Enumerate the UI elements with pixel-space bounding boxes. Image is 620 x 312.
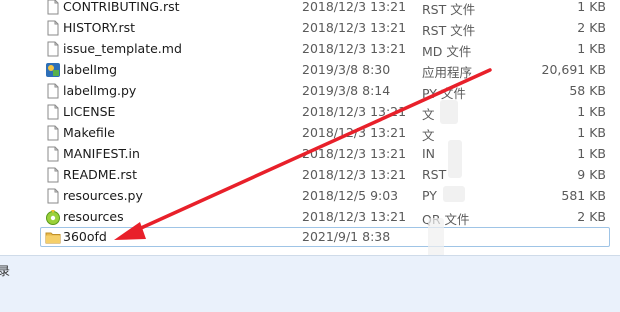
file-name: 360ofd [63, 229, 107, 244]
file-name: resources.py [63, 188, 143, 203]
file-size: 2 KB [577, 20, 606, 35]
file-name: labelImg.py [63, 83, 137, 98]
file-date: 2018/12/3 13:21 [302, 125, 407, 140]
file-date: 2018/12/3 13:21 [302, 0, 407, 14]
file-name: README.rst [63, 167, 137, 182]
document-icon [47, 125, 59, 141]
qr-resource-icon [46, 210, 60, 225]
file-row-resources-qrc[interactable]: resources 2018/12/3 13:21 QR 文件 2 KB [40, 207, 610, 227]
file-size: 1 KB [577, 125, 606, 140]
file-type: 应用程序 [422, 65, 473, 80]
file-row-labelimg-py[interactable]: labelImg.py 2019/3/8 8:14 PY 文件 58 KB [40, 81, 610, 101]
file-row-makefile[interactable]: Makefile 2018/12/3 13:21 文 1 KB [40, 123, 610, 143]
file-name: Makefile [63, 125, 115, 140]
file-date: 2018/12/5 9:03 [302, 188, 399, 203]
file-date: 2018/12/3 13:21 [302, 20, 407, 35]
file-type: RST [422, 167, 447, 182]
file-type: RST 文件 [422, 23, 476, 38]
file-date: 2018/12/3 13:21 [302, 104, 407, 119]
file-row-resources-py[interactable]: resources.py 2018/12/5 9:03 PY 581 KB [40, 186, 610, 206]
file-size: 1 KB [577, 0, 606, 14]
blur-smudge [443, 186, 465, 202]
file-size: 1 KB [577, 41, 606, 56]
status-text: 录 [0, 264, 11, 278]
document-icon [47, 41, 59, 57]
document-icon [47, 167, 59, 183]
file-size: 1 KB [577, 146, 606, 161]
file-date: 2019/3/8 8:30 [302, 62, 391, 77]
document-icon [47, 104, 59, 120]
file-size: 20,691 KB [541, 62, 606, 77]
file-name: CONTRIBUTING.rst [63, 0, 180, 14]
file-type: 文 [422, 107, 435, 122]
folder-icon [45, 232, 61, 244]
file-type: MD 文件 [422, 44, 472, 59]
file-date: 2018/12/3 13:21 [302, 167, 407, 182]
file-row-readme[interactable]: README.rst 2018/12/3 13:21 RST 9 KB [40, 165, 610, 185]
file-date: 2018/12/3 13:21 [302, 209, 407, 224]
blur-smudge [428, 218, 444, 258]
file-size: 9 KB [577, 167, 606, 182]
file-name: MANIFEST.in [63, 146, 140, 161]
file-list: CONTRIBUTING.rst 2018/12/3 13:21 RST 文件 … [0, 0, 620, 258]
file-size: 1 KB [577, 104, 606, 119]
status-bar: 录 [0, 255, 620, 312]
file-name: resources [63, 209, 124, 224]
file-date: 2018/12/3 13:21 [302, 146, 407, 161]
file-name: issue_template.md [63, 41, 182, 56]
file-size: 2 KB [577, 209, 606, 224]
file-type: PY [422, 188, 437, 203]
application-icon [46, 63, 60, 77]
file-date: 2019/3/8 8:14 [302, 83, 391, 98]
blur-smudge [448, 140, 462, 178]
file-row-360ofd[interactable]: 360ofd 2021/9/1 8:38 [40, 227, 610, 247]
document-icon [47, 20, 59, 36]
file-row-history[interactable]: HISTORY.rst 2018/12/3 13:21 RST 文件 2 KB [40, 18, 610, 38]
document-icon [47, 146, 59, 162]
blur-smudge [440, 100, 458, 124]
file-row-issue-template[interactable]: issue_template.md 2018/12/3 13:21 MD 文件 … [40, 39, 610, 59]
file-name: HISTORY.rst [63, 20, 136, 35]
file-date: 2018/12/3 13:21 [302, 41, 407, 56]
file-row-contributing[interactable]: CONTRIBUTING.rst 2018/12/3 13:21 RST 文件 … [40, 0, 610, 17]
file-row-manifest[interactable]: MANIFEST.in 2018/12/3 13:21 IN 1 KB [40, 144, 610, 164]
document-icon [47, 188, 59, 204]
file-date: 2021/9/1 8:38 [302, 229, 391, 244]
document-icon [47, 83, 59, 99]
file-type: RST 文件 [422, 2, 476, 17]
file-name: LICENSE [63, 104, 116, 119]
file-size: 58 KB [569, 83, 606, 98]
file-type: 文 [422, 128, 435, 143]
document-icon [47, 0, 59, 15]
file-name: labelImg [63, 62, 118, 77]
file-row-license[interactable]: LICENSE 2018/12/3 13:21 文 1 KB [40, 102, 610, 122]
file-size: 581 KB [561, 188, 606, 203]
file-type: IN [422, 146, 436, 161]
file-row-labelimg-exe[interactable]: labelImg 2019/3/8 8:30 应用程序 20,691 KB [40, 60, 610, 80]
